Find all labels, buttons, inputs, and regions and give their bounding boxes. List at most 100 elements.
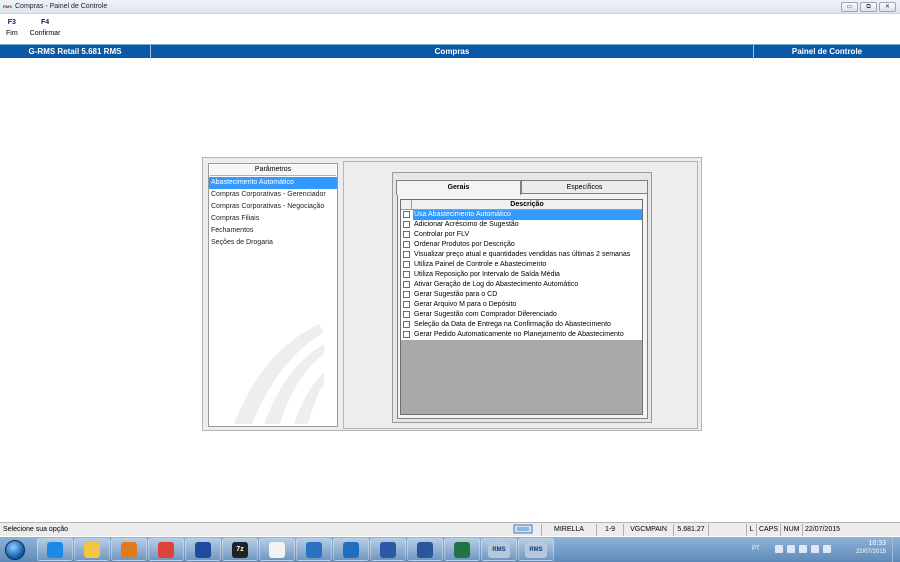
taskbar-button-remote[interactable] [370,538,406,561]
option-checkbox[interactable] [403,311,410,318]
function-key-bar: F3 Fim F4 Confirmar [0,16,66,44]
restore-button[interactable]: ⧉ [860,2,877,12]
grid-row[interactable]: Visualizar preço atual e quantidades ven… [401,250,642,260]
option-checkbox[interactable] [403,261,410,268]
grid-row[interactable]: Utiliza Painel de Controle e Abastecimen… [401,260,642,270]
option-checkbox[interactable] [403,221,410,228]
status-range: 1-9 [596,523,623,536]
grid-row[interactable]: Gerar Sugestão para o CD [401,290,642,300]
grid-row[interactable]: Controlar por FLV [401,230,642,240]
taskbar-button-explorer[interactable] [74,538,110,561]
language-indicator[interactable]: PT [752,546,760,552]
tab-container: Gerais Específicos Descrição Usa Abastec… [392,172,652,423]
outlook-icon [343,541,359,558]
parameter-item-corp-negociacao[interactable]: Compras Corporativas - Negociação [209,201,337,213]
option-description: Usa Abastecimento Automático [413,209,642,220]
module-header-bar: G-RMS Retail 5.681 RMS Compras Painel de… [0,44,900,59]
volume-icon[interactable] [823,545,831,553]
taskbar-button-document[interactable] [259,538,295,561]
grid-row[interactable]: Usa Abastecimento Automático [401,209,642,220]
option-checkbox[interactable] [403,321,410,328]
windows-logo-icon [5,539,25,560]
taskbar-button-app[interactable] [185,538,221,561]
option-description: Gerar Arquivo M para o Depósito [414,301,517,308]
document-icon [269,541,285,558]
option-checkbox[interactable] [403,231,410,238]
option-checkbox[interactable] [403,251,410,258]
show-desktop-button[interactable] [892,537,900,562]
options-grid: Descrição Usa Abastecimento Automático Ad… [400,199,643,415]
description-column-header[interactable]: Descrição [412,200,642,209]
grid-row[interactable]: Ordenar Produtos por Descrição [401,240,642,250]
option-description: Gerar Sugestão com Comprador Diferenciad… [414,311,557,318]
f3-fim-button[interactable]: F3 Fim [0,16,24,44]
flag-icon[interactable] [799,545,807,553]
taskbar-button-excel[interactable] [444,538,480,561]
option-description: Utiliza Reposição por Intervalo de Saída… [414,271,560,278]
module-name-label: Compras [151,44,754,59]
grid-row[interactable]: Gerar Arquivo M para o Depósito [401,300,642,310]
rms-icon: RMS [525,541,547,558]
grid-row[interactable]: Gerar Sugestão com Comprador Diferenciad… [401,310,642,320]
option-description: Controlar por FLV [414,231,470,238]
app-icon [195,541,211,558]
grid-row[interactable]: Seleção da Data de Entrega na Confirmaçã… [401,320,642,330]
option-checkbox[interactable] [403,301,410,308]
parameter-item-compras-filiais[interactable]: Compras Filiais [209,213,337,225]
checkbox-column-header [401,200,412,209]
excel-icon [454,541,470,558]
grid-row[interactable]: Gerar Pedido Automaticamente no Planejam… [401,330,642,340]
tray-arrow-icon[interactable] [775,545,783,553]
option-description: Gerar Pedido Automaticamente no Planejam… [414,331,624,338]
lync-icon [306,541,322,558]
taskbar-button-rms[interactable]: RMS [518,538,554,561]
taskbar-button-chrome[interactable] [148,538,184,561]
keyboard-icon[interactable] [787,545,795,553]
taskbar-button-ie[interactable] [37,538,73,561]
tab-gerais[interactable]: Gerais [396,180,521,195]
parameter-item-fechamentos[interactable]: Fechamentos [209,225,337,237]
minimize-button[interactable]: ▭ [841,2,858,12]
fkey-code: F3 [7,19,16,26]
close-button[interactable]: ✕ [879,2,896,12]
grid-row[interactable]: Ativar Geração de Log do Abastecimento A… [401,280,642,290]
option-checkbox[interactable] [403,241,410,248]
connection-icon [505,524,541,536]
taskbar-button-media-player[interactable] [111,538,147,561]
taskbar-button-rms[interactable]: RMS [481,538,517,561]
taskbar: 7z RMS RMS PT 16:33 22/07/2015 [0,537,900,562]
taskbar-button-outlook[interactable] [333,538,369,561]
grid-header: Descrição [401,200,642,210]
option-checkbox[interactable] [403,281,410,288]
status-message: Selecione sua opção [3,525,68,533]
media-player-icon [121,541,137,558]
option-description: Adicionar Acréscimo de Sugestão [414,221,519,228]
clock[interactable]: 16:33 22/07/2015 [856,540,886,555]
parameter-item-corp-gerenciador[interactable]: Compras Corporativas - Gerenciador [209,189,337,201]
option-checkbox[interactable] [403,331,410,338]
grid-row[interactable]: Adicionar Acréscimo de Sugestão [401,220,642,230]
taskbar-button-lync[interactable] [296,538,332,561]
remote-icon [380,541,396,558]
status-caps: CAPS [756,523,780,536]
option-checkbox[interactable] [403,291,410,298]
system-tray [775,545,831,553]
grid-row[interactable]: Utiliza Reposição por Intervalo de Saída… [401,270,642,280]
option-checkbox[interactable] [403,271,410,278]
watermark-logo-icon [234,324,324,424]
option-checkbox[interactable] [403,211,410,218]
f4-confirmar-button[interactable]: F4 Confirmar [24,16,67,44]
option-description: Visualizar preço atual e quantidades ven… [414,251,631,258]
taskbar-apps: 7z RMS RMS [36,538,554,561]
parameter-item-secoes-drogaria[interactable]: Seções de Drogaria [209,237,337,249]
taskbar-button-7zip[interactable]: 7z [222,538,258,561]
start-button[interactable] [0,537,30,562]
parameter-item-abastecimento[interactable]: Abastecimento Automático [209,177,337,189]
settings-panel: Gerais Específicos Descrição Usa Abastec… [343,161,698,429]
fkey-label: Fim [6,30,18,37]
taskbar-button-word[interactable] [407,538,443,561]
option-description: Seleção da Data de Entrega na Confirmaçã… [414,321,611,328]
network-icon[interactable] [811,545,819,553]
tab-especificos[interactable]: Específicos [521,180,648,194]
status-program: VGCMPAIN [623,523,673,536]
